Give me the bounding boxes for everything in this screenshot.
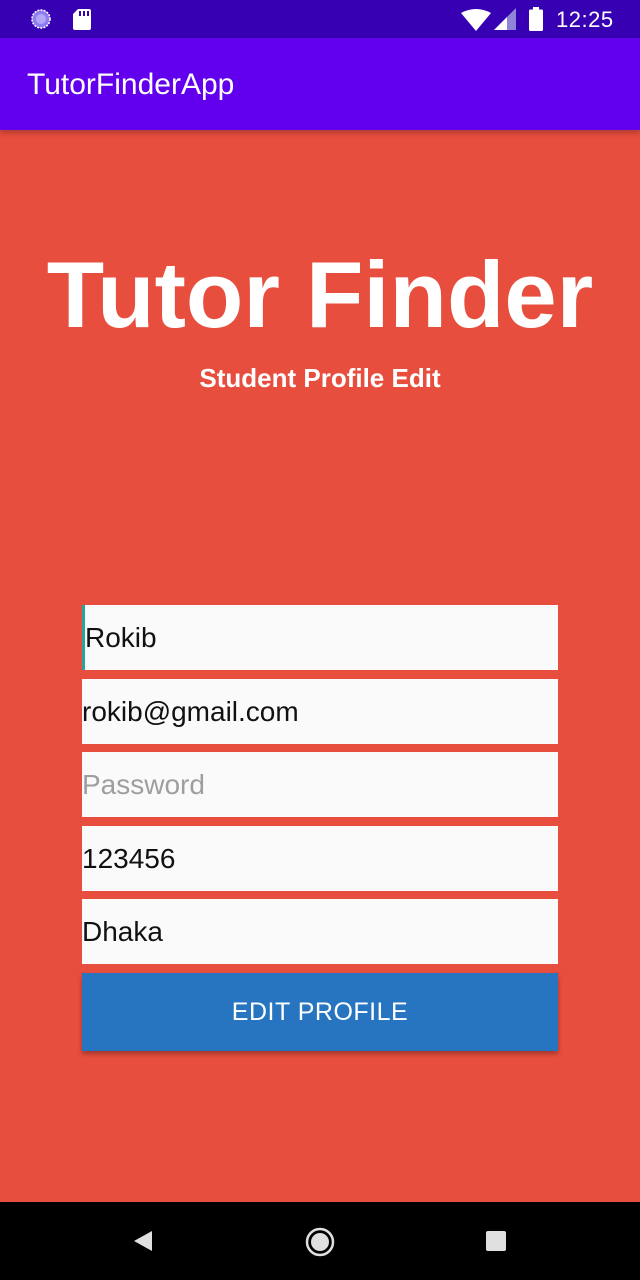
recents-icon[interactable] <box>486 1231 506 1251</box>
app-bar: TutorFinderApp <box>0 38 640 130</box>
nav-bar <box>0 1202 640 1280</box>
password-field[interactable] <box>82 752 558 817</box>
back-icon[interactable] <box>132 1229 154 1253</box>
screen: 12:25 TutorFinderApp Tutor Finder Studen… <box>0 0 640 1280</box>
home-icon[interactable] <box>305 1227 335 1257</box>
edit-profile-button[interactable]: EDIT PROFILE <box>82 973 558 1051</box>
status-time: 12:25 <box>556 7 614 32</box>
page-subtitle: Student Profile Edit <box>199 363 441 393</box>
battery-icon <box>529 7 543 31</box>
app-title: TutorFinderApp <box>27 68 235 101</box>
email-field[interactable] <box>82 679 558 744</box>
location-field[interactable] <box>82 899 558 964</box>
signal-icon <box>494 8 516 30</box>
wifi-icon <box>461 9 491 31</box>
page-title: Tutor Finder <box>46 242 594 347</box>
phone-field[interactable] <box>82 826 558 891</box>
name-field[interactable] <box>82 605 558 670</box>
sd-card-icon <box>73 9 91 30</box>
loading-icon <box>31 9 51 29</box>
status-bar: 12:25 <box>0 0 640 38</box>
